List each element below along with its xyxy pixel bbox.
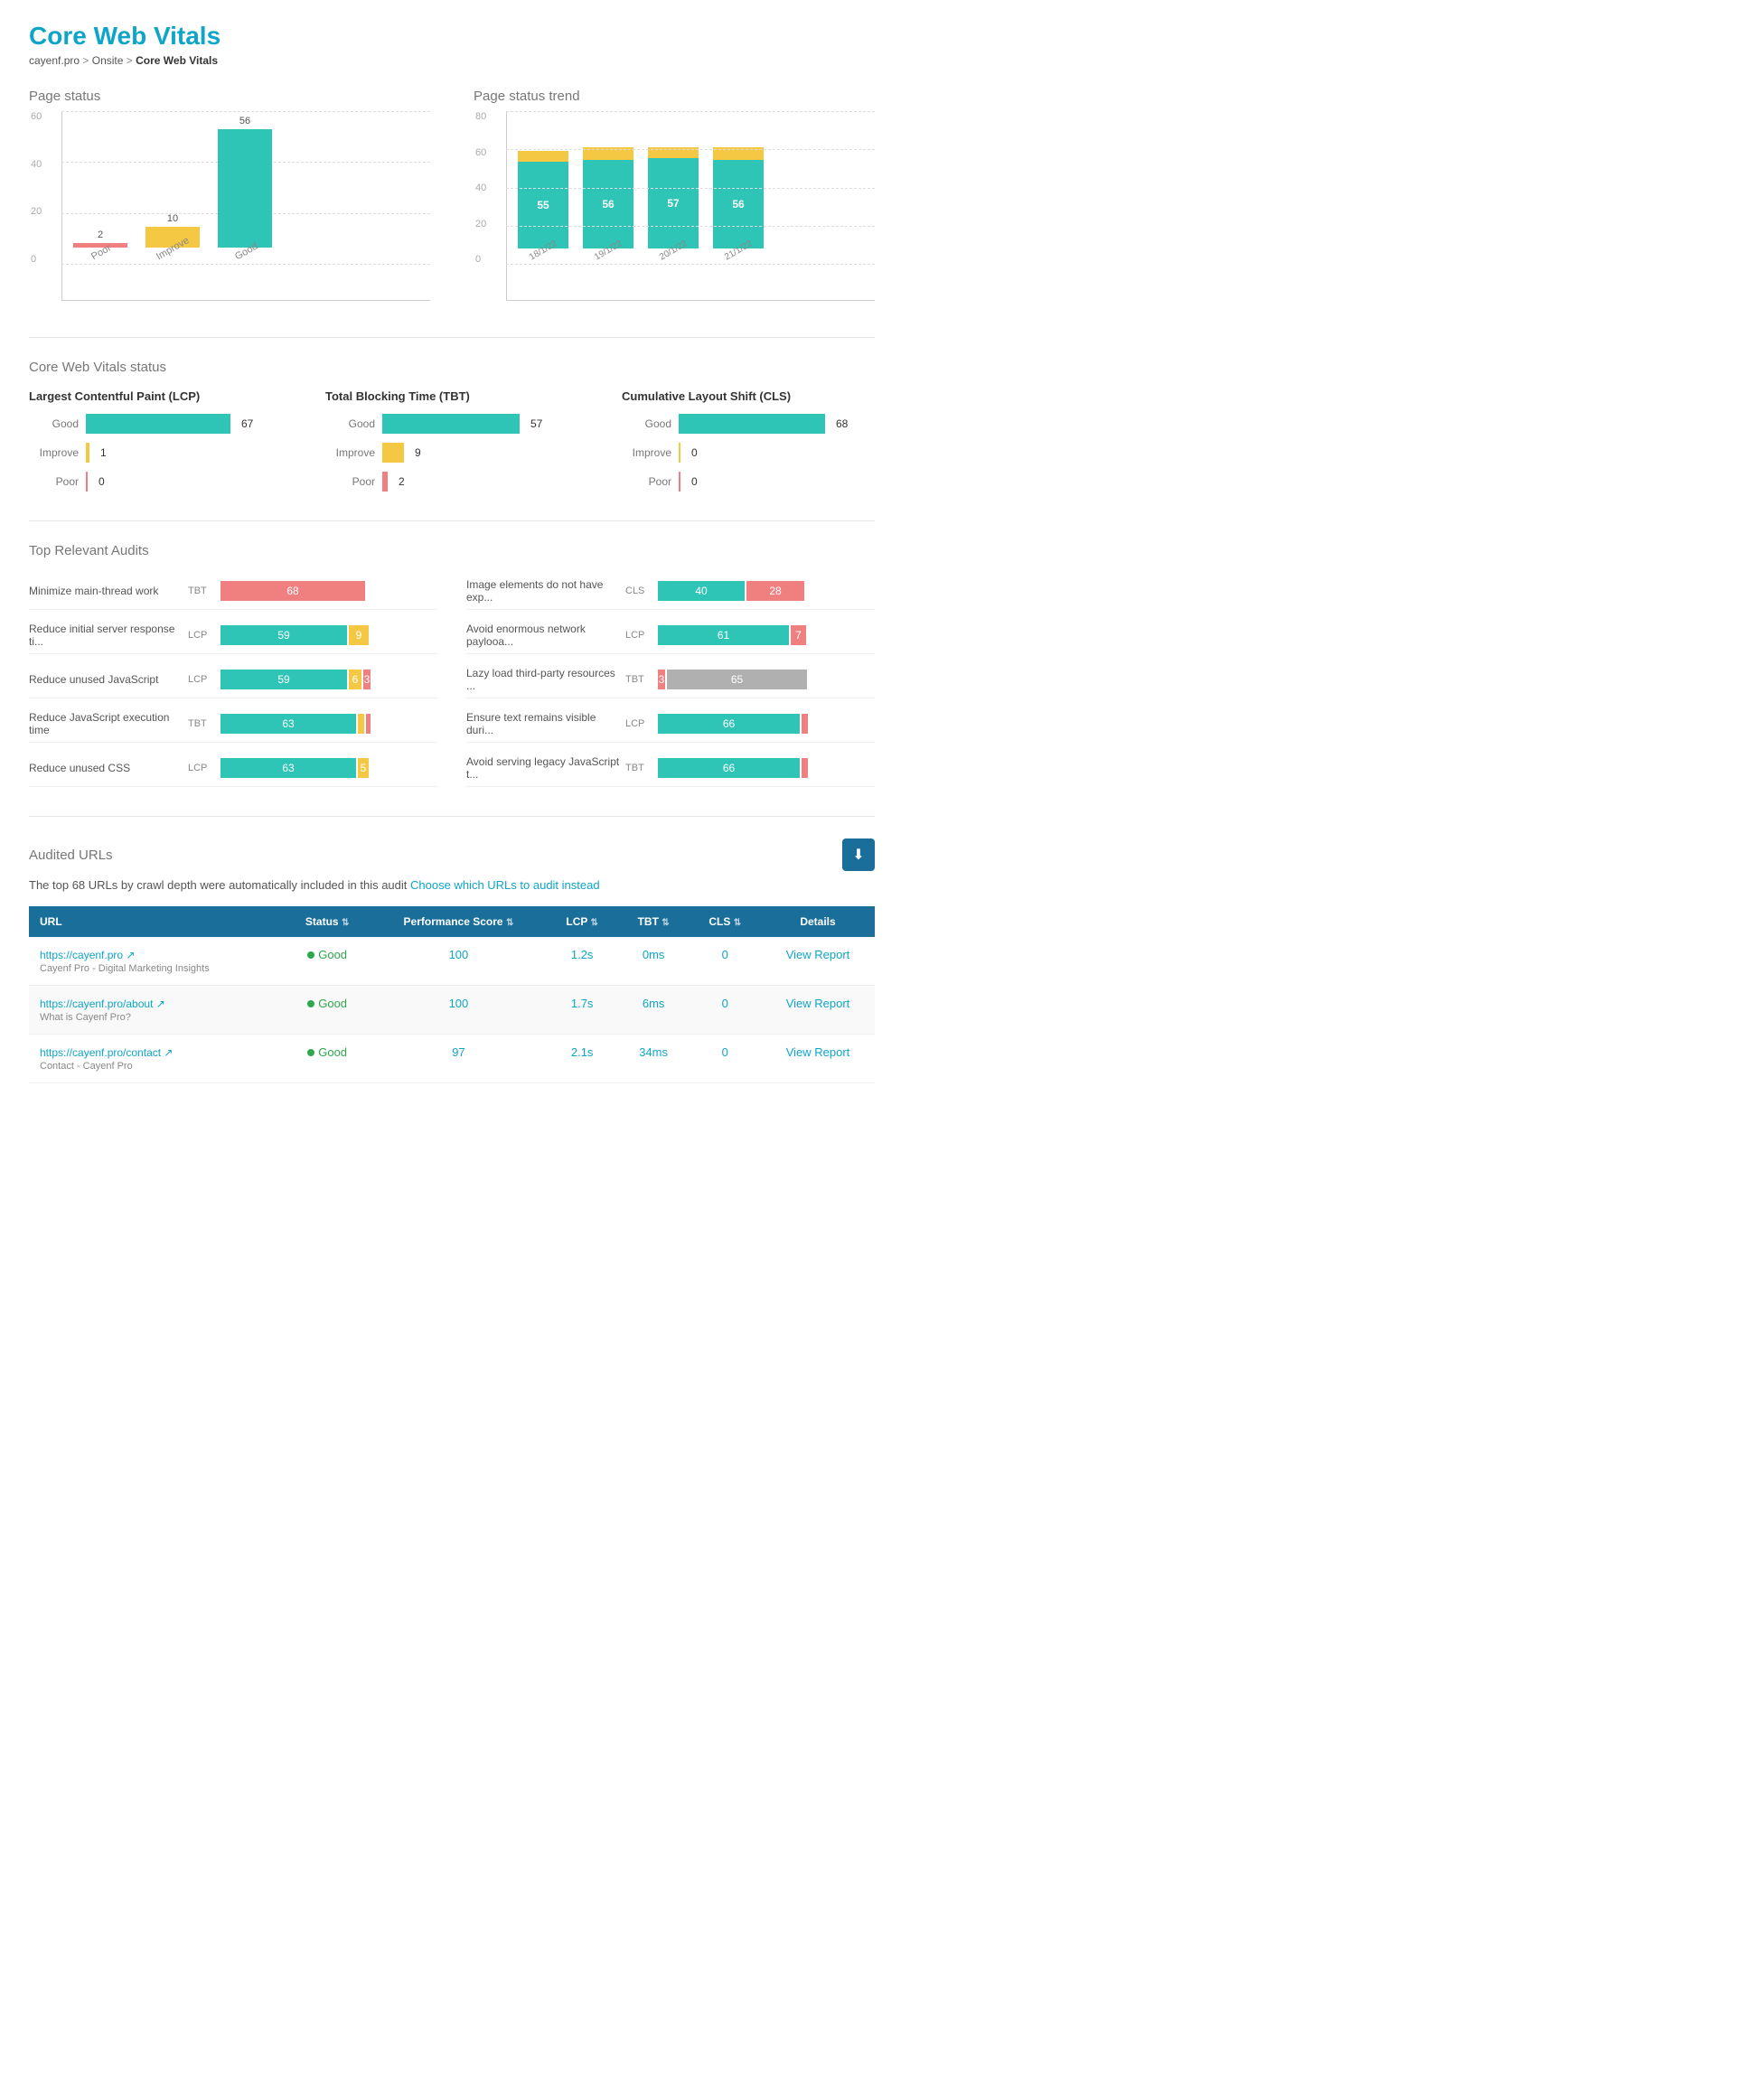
cwv-cls-good: Good 68 (622, 414, 875, 434)
col-score[interactable]: Performance Score ⇅ (371, 906, 546, 937)
cwv-lcp-poor: Poor 0 (29, 472, 282, 492)
page-status-trend-chart: Page status trend 020406080 55 (474, 89, 875, 308)
urls-section: Audited URLs ⬇ The top 68 URLs by crawl … (29, 838, 875, 1083)
page-status-trend-title: Page status trend (474, 89, 875, 104)
audit-row: Lazy load third-party resources ... TBT … (466, 661, 875, 698)
view-report-link[interactable]: View Report (786, 997, 850, 1010)
download-button[interactable]: ⬇ (842, 838, 875, 871)
cwv-tbt-poor: Poor 2 (325, 472, 578, 492)
cwv-cls: Cumulative Layout Shift (CLS) Good 68 Im… (622, 389, 875, 492)
cwv-tbt-bars: Good 57 Improve 9 Poor 2 (325, 414, 578, 492)
col-tbt[interactable]: TBT ⇅ (618, 906, 690, 937)
cwv-cls-poor: Poor 0 (622, 472, 875, 492)
status-badge: Good (307, 997, 347, 1010)
audit-row: Reduce unused JavaScript LCP 59 6 3 (29, 661, 437, 698)
urls-note: The top 68 URLs by crawl depth were auto… (29, 878, 875, 892)
audits-grid: Minimize main-thread work TBT 68 Image e… (29, 573, 875, 787)
col-cls[interactable]: CLS ⇅ (689, 906, 761, 937)
status-cell: Good (284, 937, 371, 986)
cwv-cls-bars: Good 68 Improve 0 Poor 0 (622, 414, 875, 492)
audit-row: Minimize main-thread work TBT 68 (29, 573, 437, 610)
cwv-tbt-good: Good 57 (325, 414, 578, 434)
details-cell: View Report (761, 986, 875, 1035)
audit-row: Reduce unused CSS LCP 63 5 (29, 750, 437, 787)
url-link[interactable]: https://cayenf.pro/about ↗ (40, 998, 165, 1010)
audit-row: Avoid enormous network paylooa... LCP 61… (466, 617, 875, 654)
audit-row: Avoid serving legacy JavaScript t... TBT… (466, 750, 875, 787)
cwv-cls-improve: Improve 0 (622, 443, 875, 463)
cwv-lcp-title: Largest Contentful Paint (LCP) (29, 389, 282, 403)
trend-bars-container: 55 18/1/22 56 19/1/22 (506, 111, 875, 301)
url-link[interactable]: https://cayenf.pro ↗ (40, 949, 135, 961)
lcp-cell: 1.2s (547, 937, 618, 986)
choose-urls-link[interactable]: Choose which URLs to audit instead (410, 878, 600, 892)
lcp-cell: 1.7s (547, 986, 618, 1035)
cwv-tbt-improve: Improve 9 (325, 443, 578, 463)
cwv-charts: Largest Contentful Paint (LCP) Good 67 I… (29, 389, 875, 492)
urls-section-title: Audited URLs (29, 848, 113, 863)
status-badge: Good (307, 948, 347, 961)
cls-cell: 0 (689, 986, 761, 1035)
cls-cell: 0 (689, 937, 761, 986)
cwv-cls-title: Cumulative Layout Shift (CLS) (622, 389, 875, 403)
audit-row: Reduce initial server response ti... LCP… (29, 617, 437, 654)
score-cell: 100 (371, 986, 546, 1035)
cwv-lcp-bars: Good 67 Improve 1 Poor 0 (29, 414, 282, 492)
breadcrumb: cayenf.pro > Onsite > Core Web Vitals (29, 54, 875, 67)
score-cell: 100 (371, 937, 546, 986)
trend-y-axis: 020406080 (475, 111, 486, 265)
url-desc: Contact - Cayenf Pro (40, 1061, 273, 1072)
audit-row: Image elements do not have exp... CLS 40… (466, 573, 875, 610)
score-cell: 97 (371, 1035, 546, 1083)
cwv-tbt-title: Total Blocking Time (TBT) (325, 389, 578, 403)
cwv-lcp-improve: Improve 1 (29, 443, 282, 463)
details-cell: View Report (761, 1035, 875, 1083)
page-title: Core Web Vitals (29, 22, 875, 51)
url-cell: https://cayenf.pro/about ↗ What is Cayen… (29, 986, 284, 1035)
cwv-lcp-good: Good 67 (29, 414, 282, 434)
charts-row: Page status 0204060 2 (29, 89, 875, 308)
url-cell: https://cayenf.pro ↗ Cayenf Pro - Digita… (29, 937, 284, 986)
urls-header: Audited URLs ⬇ (29, 838, 875, 871)
col-lcp[interactable]: LCP ⇅ (547, 906, 618, 937)
url-desc: Cayenf Pro - Digital Marketing Insights (40, 963, 273, 974)
audit-row: Reduce JavaScript execution time TBT 63 (29, 706, 437, 743)
cls-cell: 0 (689, 1035, 761, 1083)
cwv-tbt: Total Blocking Time (TBT) Good 57 Improv… (325, 389, 578, 492)
col-status[interactable]: Status ⇅ (284, 906, 371, 937)
audits-section: Top Relevant Audits Minimize main-thread… (29, 543, 875, 787)
table-row: https://cayenf.pro/about ↗ What is Cayen… (29, 986, 875, 1035)
tbt-cell: 0ms (618, 937, 690, 986)
view-report-link[interactable]: View Report (786, 1045, 850, 1059)
col-url: URL (29, 906, 284, 937)
page-status-chart: Page status 0204060 2 (29, 89, 430, 308)
audits-title: Top Relevant Audits (29, 543, 875, 558)
lcp-cell: 2.1s (547, 1035, 618, 1083)
table-row: https://cayenf.pro ↗ Cayenf Pro - Digita… (29, 937, 875, 986)
view-report-link[interactable]: View Report (786, 948, 850, 961)
cwv-section: Core Web Vitals status Largest Contentfu… (29, 360, 875, 492)
details-cell: View Report (761, 937, 875, 986)
cwv-title: Core Web Vitals status (29, 360, 875, 375)
status-badge: Good (307, 1045, 347, 1059)
status-cell: Good (284, 1035, 371, 1083)
url-cell: https://cayenf.pro/contact ↗ Contact - C… (29, 1035, 284, 1083)
tbt-cell: 34ms (618, 1035, 690, 1083)
tbt-cell: 6ms (618, 986, 690, 1035)
table-row: https://cayenf.pro/contact ↗ Contact - C… (29, 1035, 875, 1083)
urls-table: URL Status ⇅ Performance Score ⇅ LCP ⇅ T… (29, 906, 875, 1083)
col-details: Details (761, 906, 875, 937)
url-link[interactable]: https://cayenf.pro/contact ↗ (40, 1046, 173, 1059)
cwv-lcp: Largest Contentful Paint (LCP) Good 67 I… (29, 389, 282, 492)
page-status-title: Page status (29, 89, 430, 104)
y-axis-labels: 0204060 (31, 111, 42, 265)
audit-row: Ensure text remains visible duri... LCP … (466, 706, 875, 743)
url-desc: What is Cayenf Pro? (40, 1012, 273, 1023)
status-cell: Good (284, 986, 371, 1035)
